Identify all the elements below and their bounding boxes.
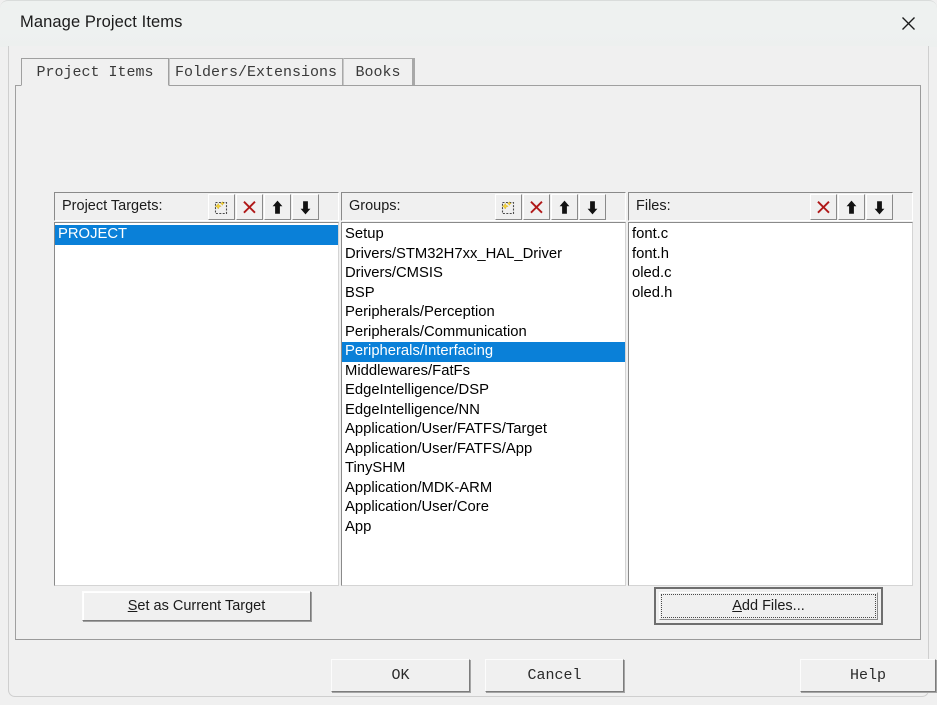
list-item[interactable]: font.c xyxy=(629,225,912,245)
title-bar: Manage Project Items xyxy=(0,0,937,47)
list-item[interactable]: Application/User/FATFS/Target xyxy=(342,420,625,440)
groups-new-item-icon[interactable] xyxy=(495,194,522,220)
tab-books[interactable]: Books xyxy=(343,58,413,86)
list-item[interactable]: Middlewares/FatFs xyxy=(342,362,625,382)
files-header: Files: xyxy=(628,192,913,221)
dialog-frame: Project Items Folders/Extensions Books P… xyxy=(8,46,936,697)
files-label: Files: xyxy=(636,198,671,214)
files-column: Files: font.c font.h oled.c oled.h xyxy=(628,192,913,586)
tab-label: Project Items xyxy=(36,63,154,81)
project-targets-column: Project Targets: PROJECT xyxy=(54,192,339,586)
list-item[interactable]: App xyxy=(342,518,625,538)
files-delete-icon[interactable] xyxy=(810,194,837,220)
groups-column: Groups: Setup Drivers/STM32H7xx_HAL_Driv… xyxy=(341,192,626,586)
project-targets-new-item-icon[interactable] xyxy=(208,194,235,220)
list-item[interactable]: EdgeIntelligence/DSP xyxy=(342,381,625,401)
project-items-panel: Project Targets: PROJECT Groups: Setup D… xyxy=(15,85,921,640)
tab-folders-extensions[interactable]: Folders/Extensions xyxy=(169,58,343,86)
list-item[interactable]: Drivers/STM32H7xx_HAL_Driver xyxy=(342,245,625,265)
list-item[interactable]: Peripherals/Interfacing xyxy=(342,342,625,362)
set-as-current-target-button[interactable]: Set as Current Target xyxy=(82,591,311,621)
list-item[interactable]: Peripherals/Communication xyxy=(342,323,625,343)
list-item[interactable]: Peripherals/Perception xyxy=(342,303,625,323)
window-title: Manage Project Items xyxy=(20,13,183,31)
groups-move-up-icon[interactable] xyxy=(551,194,578,220)
project-targets-delete-icon[interactable] xyxy=(236,194,263,220)
tab-label: Folders/Extensions xyxy=(174,64,338,81)
groups-move-down-icon[interactable] xyxy=(579,194,606,220)
list-item[interactable]: Drivers/CMSIS xyxy=(342,264,625,284)
help-button[interactable]: Help xyxy=(800,659,936,692)
list-item[interactable]: EdgeIntelligence/NN xyxy=(342,401,625,421)
groups-label: Groups: xyxy=(349,198,401,214)
list-item[interactable]: Application/User/FATFS/App xyxy=(342,440,625,460)
dialog-button-row: OK Cancel Help xyxy=(9,647,936,697)
project-targets-label: Project Targets: xyxy=(62,198,163,214)
groups-delete-icon[interactable] xyxy=(523,194,550,220)
project-targets-listbox[interactable]: PROJECT xyxy=(54,222,339,586)
set-target-label: et as Current Target xyxy=(137,598,266,614)
groups-listbox[interactable]: Setup Drivers/STM32H7xx_HAL_Driver Drivers… xyxy=(341,222,626,586)
tab-strip-endcap xyxy=(413,58,415,86)
list-item[interactable]: oled.c xyxy=(629,264,912,284)
tab-project-items[interactable]: Project Items xyxy=(21,58,169,86)
cancel-button[interactable]: Cancel xyxy=(485,659,624,692)
manage-project-items-dialog: Manage Project Items Project Items Folde… xyxy=(0,0,937,705)
ok-button[interactable]: OK xyxy=(331,659,470,692)
list-item[interactable]: font.h xyxy=(629,245,912,265)
add-files-button[interactable]: Add Files... xyxy=(659,592,878,620)
list-item[interactable]: PROJECT xyxy=(55,225,338,245)
files-listbox[interactable]: font.c font.h oled.c oled.h xyxy=(628,222,913,586)
files-move-down-icon[interactable] xyxy=(866,194,893,220)
list-item[interactable]: BSP xyxy=(342,284,625,304)
add-files-label: dd Files... xyxy=(741,598,805,614)
close-icon[interactable] xyxy=(880,1,937,46)
list-item[interactable]: Setup xyxy=(342,225,625,245)
list-item[interactable]: Application/User/Core xyxy=(342,498,625,518)
tab-strip: Project Items Folders/Extensions Books xyxy=(15,58,921,86)
groups-header: Groups: xyxy=(341,192,626,221)
tab-label: Books xyxy=(355,64,401,81)
files-move-up-icon[interactable] xyxy=(838,194,865,220)
list-item[interactable]: TinySHM xyxy=(342,459,625,479)
list-item[interactable]: Application/MDK-ARM xyxy=(342,479,625,499)
list-item[interactable]: oled.h xyxy=(629,284,912,304)
project-targets-header: Project Targets: xyxy=(54,192,339,221)
project-targets-move-down-icon[interactable] xyxy=(292,194,319,220)
add-files-accel: A xyxy=(732,598,742,614)
set-target-accel: S xyxy=(127,598,138,614)
project-targets-move-up-icon[interactable] xyxy=(264,194,291,220)
add-files-default-frame: Add Files... xyxy=(654,587,883,625)
